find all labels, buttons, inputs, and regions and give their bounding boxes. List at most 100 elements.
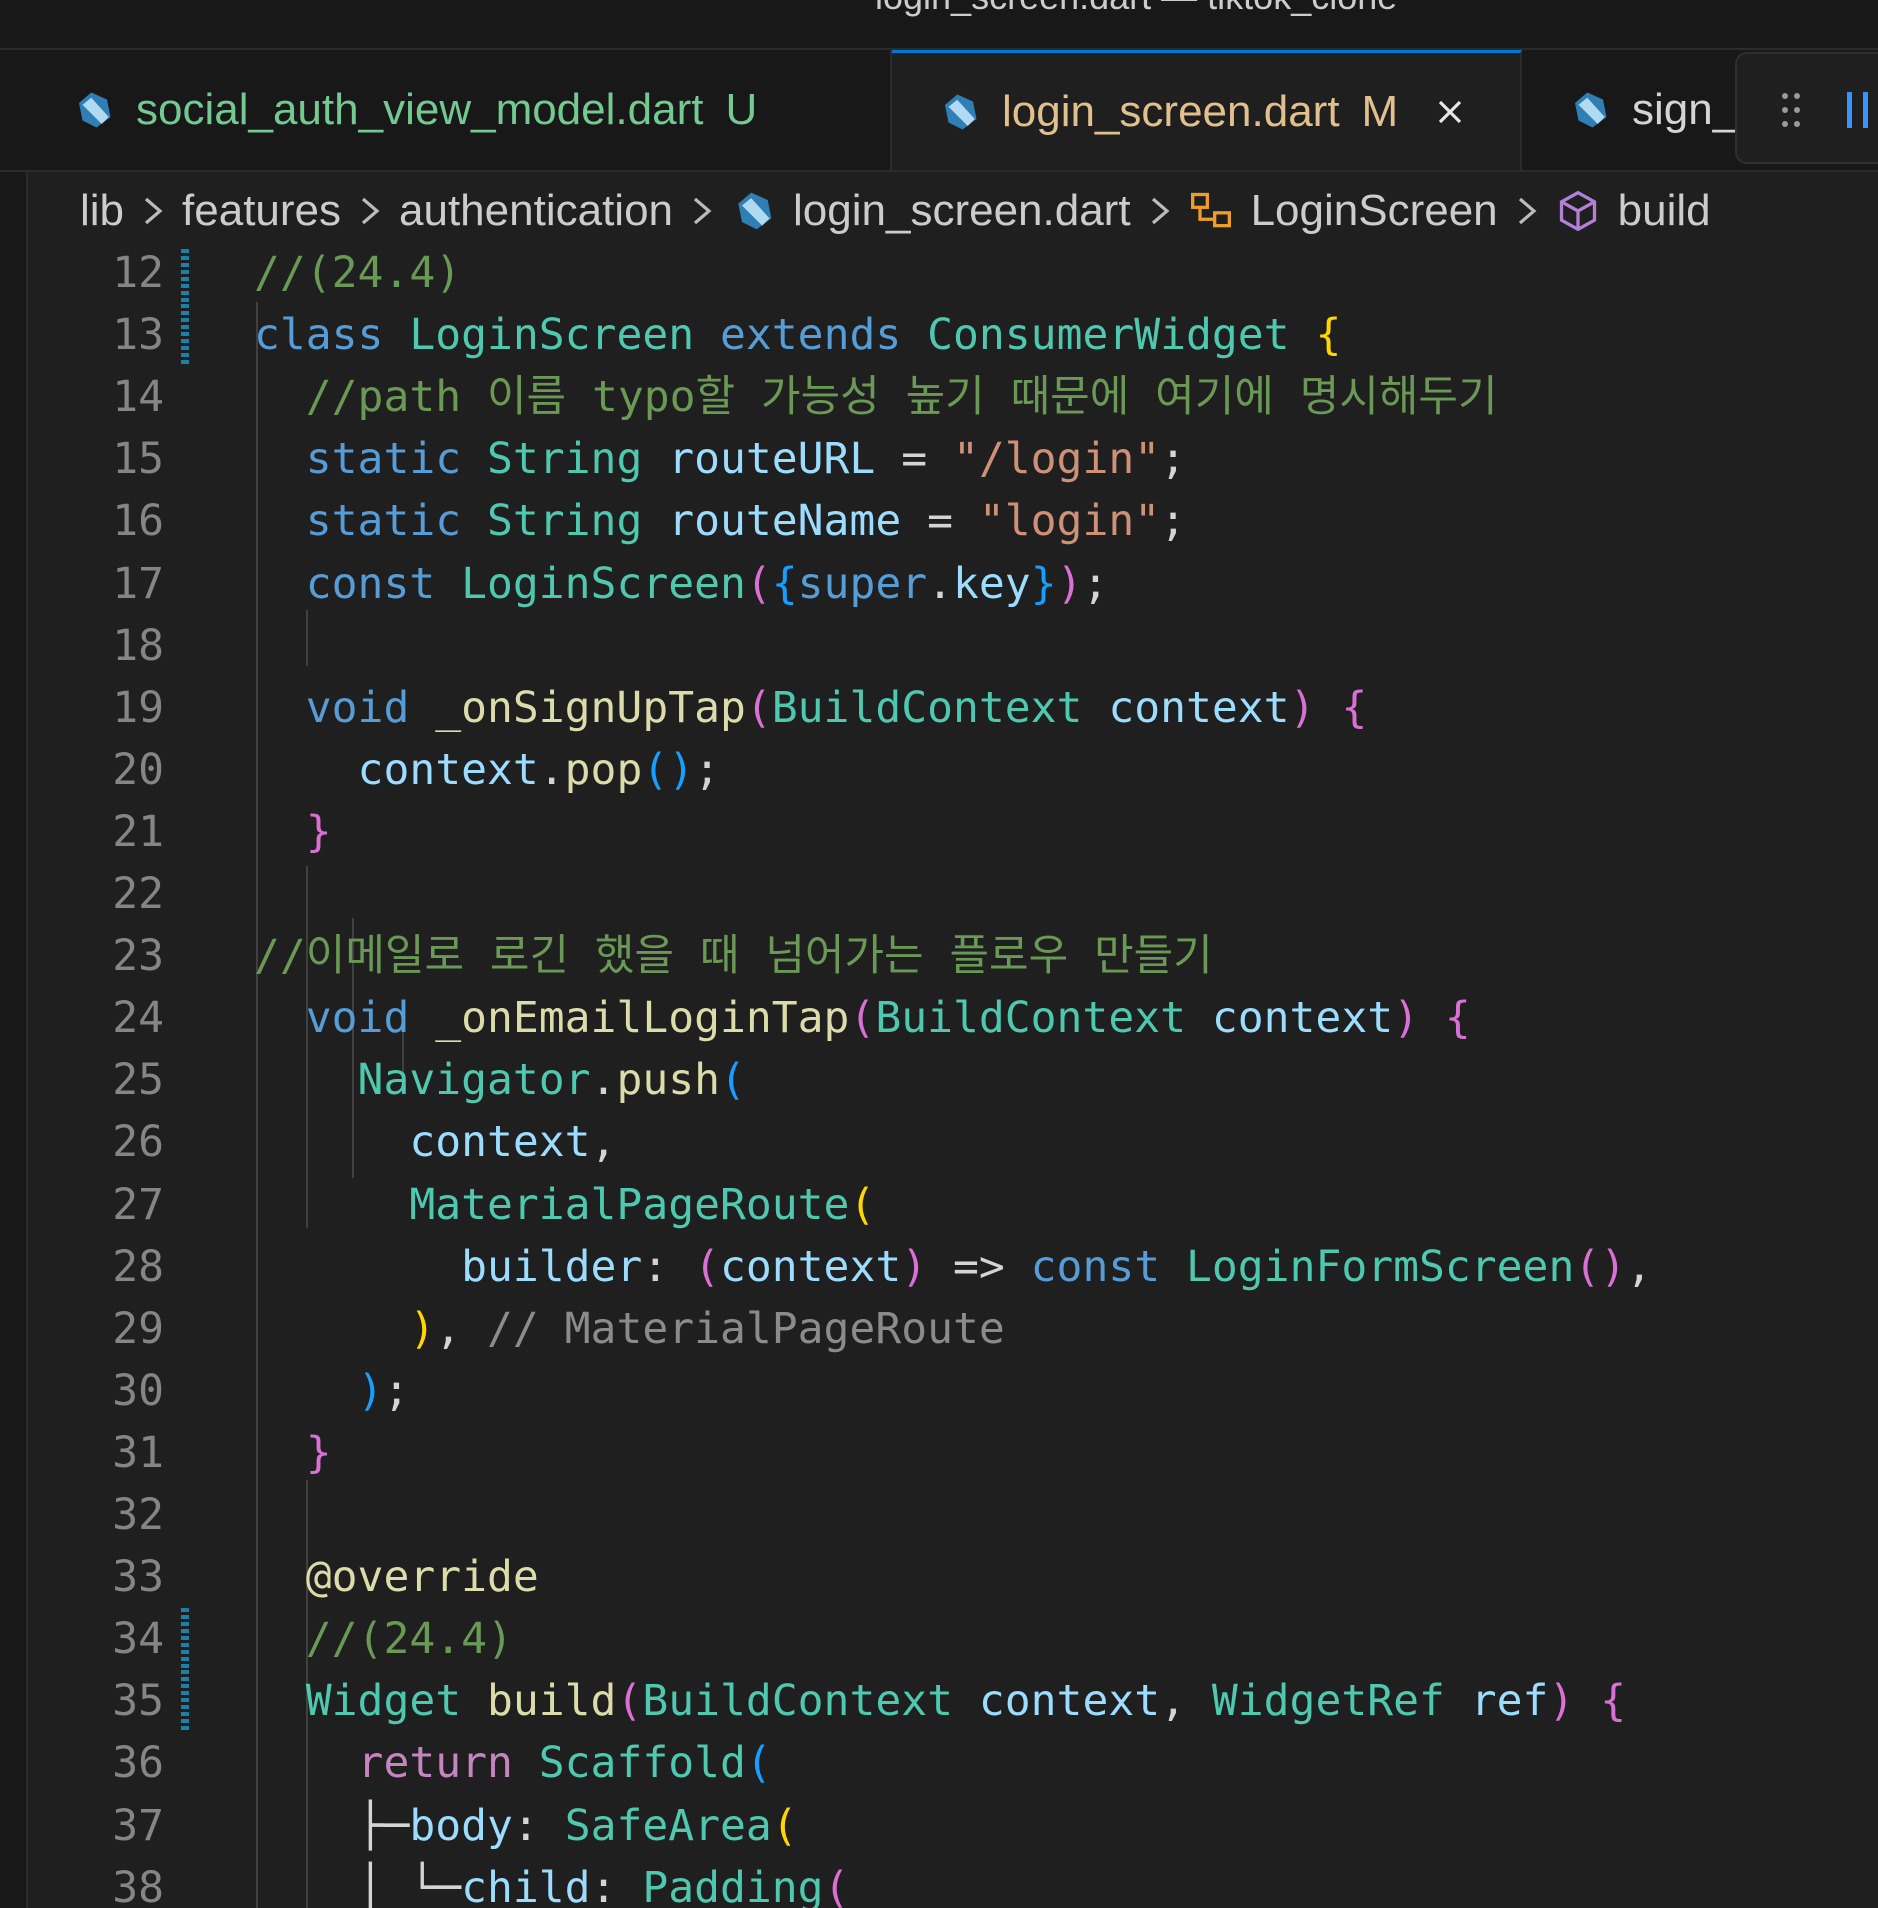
code-text: @override bbox=[254, 1546, 539, 1608]
code-line[interactable]: 14 //path 이름 typo할 가능성 높기 때문에 여기에 명시해두기 bbox=[28, 366, 1878, 428]
line-number: 38 bbox=[112, 1862, 164, 1908]
code-token: context bbox=[1211, 993, 1394, 1044]
code-text: const LoginScreen({super.key}); bbox=[254, 553, 1109, 615]
code-token: BuildContext bbox=[771, 682, 1109, 733]
code-token: // MaterialPageRoute bbox=[487, 1303, 1005, 1354]
tab-social-auth-view-model[interactable]: social_auth_view_model.dart U bbox=[26, 50, 892, 170]
line-number: 13 bbox=[112, 310, 164, 361]
breadcrumb-item-authentication[interactable]: authentication bbox=[399, 186, 673, 236]
code-line[interactable]: 32 bbox=[28, 1484, 1878, 1546]
line-number: 23 bbox=[112, 931, 164, 982]
code-line[interactable]: 36 return Scaffold( bbox=[28, 1732, 1878, 1794]
drag-handle-icon[interactable] bbox=[1779, 90, 1803, 130]
code-line[interactable]: 30 ); bbox=[28, 1360, 1878, 1422]
code-token: │ └─ bbox=[254, 1862, 462, 1908]
code-token: class bbox=[254, 310, 410, 361]
code-token: void bbox=[254, 993, 436, 1044]
line-number: 15 bbox=[112, 434, 164, 485]
chevron-right-icon bbox=[1151, 197, 1170, 225]
code-line[interactable]: 22 bbox=[28, 863, 1878, 925]
code-text: Navigator.push( bbox=[254, 1049, 746, 1111]
modified-badge: M bbox=[1361, 86, 1399, 136]
code-line[interactable]: 19 void _onSignUpTap(BuildContext contex… bbox=[28, 677, 1878, 739]
code-token: routeURL bbox=[668, 434, 902, 485]
code-token: ( bbox=[720, 1055, 746, 1106]
code-line[interactable]: 15 static String routeURL = "/login"; bbox=[28, 428, 1878, 490]
modified-line-indicator[interactable] bbox=[181, 1608, 189, 1671]
code-token: String bbox=[487, 434, 669, 485]
code-line[interactable]: 38 │ └─child: Padding( bbox=[28, 1857, 1878, 1908]
code-line[interactable]: 18 bbox=[28, 615, 1878, 677]
breadcrumb-item-lib[interactable]: lib bbox=[80, 186, 124, 236]
code-text: static String routeName = "login"; bbox=[254, 490, 1186, 552]
code-token: ) bbox=[901, 1241, 953, 1292]
code-token: ) bbox=[1056, 558, 1083, 609]
code-line[interactable]: 28 builder: (context) => const LoginForm… bbox=[28, 1236, 1878, 1298]
code-line[interactable]: 25 Navigator.push( bbox=[28, 1049, 1878, 1111]
breadcrumb-item-file[interactable]: login_screen.dart bbox=[793, 186, 1131, 236]
code-line[interactable]: 20 context.pop(); bbox=[28, 739, 1878, 801]
line-number: 20 bbox=[112, 744, 164, 795]
tab-login-screen[interactable]: login_screen.dart M bbox=[892, 50, 1522, 170]
code-text: ├─body: SafeArea( bbox=[254, 1795, 798, 1857]
code-text: void _onEmailLoginTap(BuildContext conte… bbox=[254, 987, 1471, 1049]
code-line[interactable]: 35 Widget build(BuildContext context, Wi… bbox=[28, 1670, 1878, 1733]
code-line[interactable]: 21 } bbox=[28, 801, 1878, 863]
code-line[interactable]: 13 class LoginScreen extends ConsumerWidg… bbox=[28, 304, 1878, 367]
modified-line-indicator[interactable] bbox=[181, 304, 189, 367]
code-token: String bbox=[487, 496, 669, 547]
code-line[interactable]: 37 ├─body: SafeArea( bbox=[28, 1795, 1878, 1857]
modified-line-indicator[interactable] bbox=[181, 1670, 189, 1733]
line-number: 27 bbox=[112, 1179, 164, 1230]
code-token: , bbox=[1626, 1241, 1653, 1292]
code-token: : bbox=[642, 1241, 695, 1292]
code-line[interactable]: 31 } bbox=[28, 1422, 1878, 1484]
breadcrumb-item-class[interactable]: LoginScreen bbox=[1251, 186, 1498, 236]
dart-icon bbox=[738, 192, 772, 230]
code-token: , bbox=[1160, 1676, 1212, 1727]
code-line[interactable]: 29 ), // MaterialPageRoute bbox=[28, 1298, 1878, 1360]
code-token: context bbox=[720, 1241, 902, 1292]
code-line[interactable]: 26 context, bbox=[28, 1111, 1878, 1173]
code-line[interactable]: 27 MaterialPageRoute( bbox=[28, 1174, 1878, 1236]
line-number: 24 bbox=[112, 993, 164, 1044]
line-number: 31 bbox=[112, 1427, 164, 1478]
code-token: . bbox=[590, 1055, 617, 1106]
code-line[interactable]: 23 //이메일로 로긴 했을 때 넘어가는 플로우 만들기 bbox=[28, 925, 1878, 987]
code-text: Widget build(BuildContext context, Widge… bbox=[254, 1670, 1626, 1732]
line-number: 18 bbox=[112, 620, 164, 671]
code-token: : bbox=[512, 1800, 565, 1851]
code-line[interactable]: 12 //(24.4) bbox=[28, 248, 1878, 304]
code-token: build bbox=[487, 1676, 617, 1727]
code-line[interactable]: 33 @override bbox=[28, 1546, 1878, 1608]
window-title: login_screen.dart — tiktok_clone bbox=[875, 0, 1397, 18]
code-token: ├─ bbox=[254, 1800, 410, 1851]
breadcrumb-item-method[interactable]: build bbox=[1618, 186, 1711, 236]
breadcrumb-item-features[interactable]: features bbox=[182, 186, 341, 236]
code-token: return bbox=[254, 1738, 539, 1789]
line-number: 14 bbox=[112, 372, 164, 423]
code-token: ) { bbox=[1393, 993, 1471, 1044]
line-number: 32 bbox=[112, 1490, 164, 1540]
code-line[interactable]: 24 void _onEmailLoginTap(BuildContext co… bbox=[28, 987, 1878, 1049]
code-token: context bbox=[254, 744, 539, 795]
code-editor[interactable]: 12 //(24.4) 13 class LoginScreen extends Co… bbox=[28, 248, 1878, 1908]
code-token: BuildContext bbox=[875, 993, 1212, 1044]
code-line[interactable]: 34 //(24.4) bbox=[28, 1608, 1878, 1671]
code-token: ) { bbox=[1289, 682, 1368, 733]
modified-line-indicator[interactable] bbox=[181, 248, 189, 304]
close-icon[interactable] bbox=[1434, 96, 1466, 128]
code-token: key bbox=[953, 558, 1031, 609]
chevron-right-icon bbox=[1518, 197, 1537, 225]
pause-icon[interactable] bbox=[1843, 90, 1873, 130]
chevron-right-icon bbox=[693, 197, 712, 225]
code-token: ) { bbox=[1548, 1676, 1627, 1727]
line-number: 16 bbox=[112, 496, 164, 547]
code-text: } bbox=[254, 1422, 332, 1484]
chevron-right-icon bbox=[144, 197, 163, 225]
code-line[interactable]: 16 static String routeName = "login"; bbox=[28, 490, 1878, 552]
code-line[interactable]: 17 const LoginScreen({super.key}); bbox=[28, 553, 1878, 615]
tab-label: sign_ bbox=[1632, 85, 1738, 134]
code-token: context bbox=[254, 1117, 591, 1168]
code-token: ( bbox=[745, 682, 772, 733]
